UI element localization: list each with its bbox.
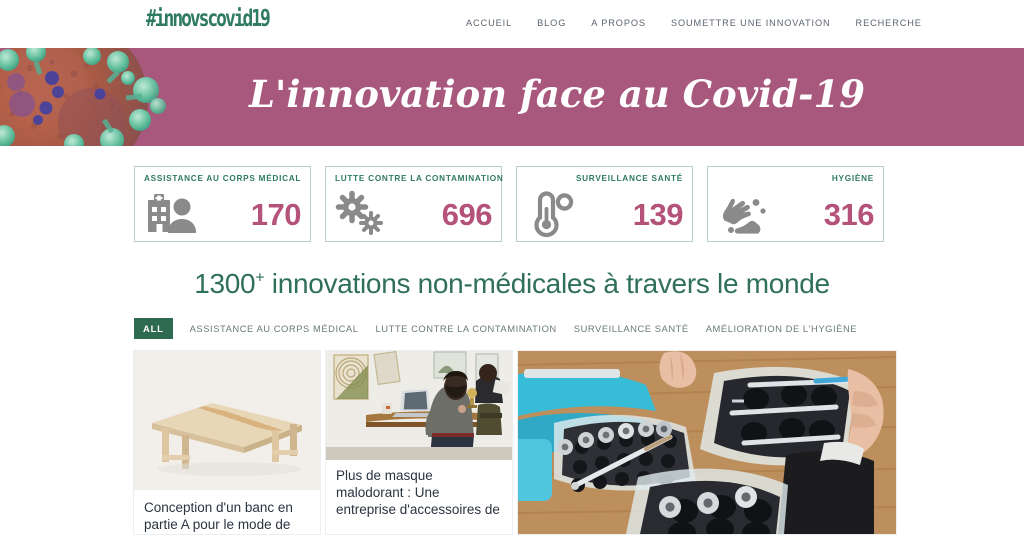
card-thumbnail-bench <box>134 351 320 490</box>
stat-card-lutte-contamination[interactable]: LUTTE CONTRE LA CONTAMINATION 696 <box>325 166 504 242</box>
count-plus-sign: + <box>255 269 265 287</box>
filter-surveillance-sante[interactable]: SURVEILLANCE SANTÉ <box>574 318 689 339</box>
filter-assistance-medicale[interactable]: ASSISTANCE AU CORPS MÉDICAL <box>190 318 359 339</box>
card-title: Conception d'un banc en partie A pour le… <box>144 500 293 532</box>
stat-value: 696 <box>441 197 493 232</box>
innovation-count: 1300 <box>194 268 256 299</box>
innovation-card-grid: Conception d'un banc en partie A pour le… <box>0 351 1024 534</box>
nav-item-recherche[interactable]: RECHERCHE <box>856 18 922 28</box>
page-section-title: 1300+ innovations non-médicales à traver… <box>0 268 1024 300</box>
hero-title: L'innovation face au Covid-19 <box>249 72 865 116</box>
nav-item-accueil[interactable]: ACCUEIL <box>466 18 512 28</box>
virus-germs-icon <box>335 190 389 238</box>
stat-label: HYGIÈNE <box>831 174 874 183</box>
stat-label: SURVEILLANCE SANTÉ <box>575 174 683 183</box>
innovation-card[interactable]: Plus de masque malodorant : Une entrepri… <box>326 351 512 534</box>
statistics-row: ASSISTANCE AU CORPS MÉDICAL 170 LUTTE CO… <box>0 146 1024 242</box>
stat-card-hygiene[interactable]: HYGIÈNE 316 <box>707 166 884 242</box>
stat-label: LUTTE CONTRE LA CONTAMINATION <box>335 174 504 183</box>
card-thumbnail-vaccine-vial-cases <box>518 351 896 534</box>
filter-all[interactable]: ALL <box>134 318 173 339</box>
stat-value: 139 <box>632 197 684 232</box>
hero-banner: L'innovation face au Covid-19 <box>0 48 1024 146</box>
innovation-card[interactable] <box>518 351 896 534</box>
nav-item-soumettre[interactable]: SOUMETTRE UNE INNOVATION <box>671 18 831 28</box>
category-filter-bar: ALL ASSISTANCE AU CORPS MÉDICAL LUTTE CO… <box>0 318 1024 339</box>
site-header: #innovscovid19 ACCUEIL BLOG A PROPOS SOU… <box>0 0 1024 48</box>
stat-card-surveillance-sante[interactable]: SURVEILLANCE SANTÉ 139 <box>516 166 693 242</box>
innovation-card[interactable]: Conception d'un banc en partie A pour le… <box>134 351 320 534</box>
filter-amelioration-hygiene[interactable]: AMÉLIORATION DE L'HYGIÈNE <box>706 318 857 339</box>
section-title-rest: innovations non-médicales à travers le m… <box>264 268 830 299</box>
filter-lutte-contamination[interactable]: LUTTE CONTRE LA CONTAMINATION <box>376 318 557 339</box>
nav-item-blog[interactable]: BLOG <box>537 18 566 28</box>
card-thumbnail-masked-man-desk <box>326 351 512 460</box>
stat-card-assistance-medicale[interactable]: ASSISTANCE AU CORPS MÉDICAL 170 <box>134 166 311 242</box>
handwash-icon <box>717 190 771 238</box>
stat-label: ASSISTANCE AU CORPS MÉDICAL <box>144 174 302 183</box>
site-logo[interactable]: #innovscovid19 <box>146 6 271 32</box>
stat-value: 170 <box>250 197 302 232</box>
nav-item-a-propos[interactable]: A PROPOS <box>591 18 646 28</box>
main-navigation: ACCUEIL BLOG A PROPOS SOUMETTRE UNE INNO… <box>466 18 922 28</box>
card-title: Plus de masque malodorant : Une entrepri… <box>336 468 500 517</box>
stat-value: 316 <box>823 197 875 232</box>
thermometer-icon <box>526 190 580 238</box>
hospital-person-icon <box>144 190 198 238</box>
